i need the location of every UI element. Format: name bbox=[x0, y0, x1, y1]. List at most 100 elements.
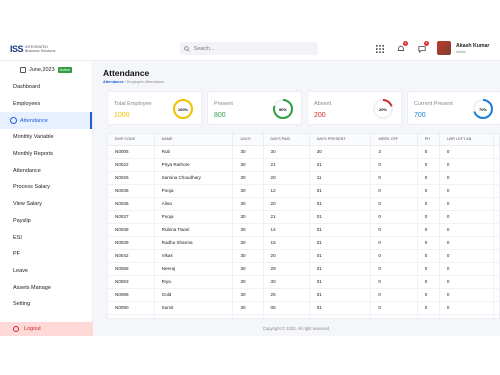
column-header[interactable]: DAYS PRESENT bbox=[309, 134, 372, 146]
table-cell: 01 bbox=[309, 314, 372, 318]
column-header[interactable]: EMP CODE bbox=[108, 134, 155, 146]
sidebar-item-monthly-variable[interactable]: Monthly Variable bbox=[0, 129, 92, 146]
user-role: Admin bbox=[456, 49, 467, 54]
sidebar-item-view-salary[interactable]: View Salary bbox=[0, 196, 92, 213]
table-cell: N0083 bbox=[108, 275, 155, 289]
stat-card-label: Absent bbox=[314, 101, 332, 107]
table-cell: 26 bbox=[263, 314, 310, 318]
table-cell: 0 bbox=[439, 171, 494, 185]
sidebar-item-label: Attendance bbox=[13, 167, 41, 174]
table-cell: 01 bbox=[309, 249, 372, 263]
sidebar-item-label: PF bbox=[13, 251, 21, 258]
table-cell: 20 bbox=[263, 249, 310, 263]
table-cell: 01 bbox=[309, 236, 372, 250]
stat-card: Total Employee 1000 100% bbox=[107, 91, 202, 125]
table-cell: 01 bbox=[309, 210, 372, 224]
sidebar-item-leave[interactable]: Leave bbox=[0, 263, 92, 280]
message-icon[interactable]: 1 bbox=[416, 41, 429, 54]
table-row[interactable]: N0058Neeraj30290100000 bbox=[108, 262, 499, 276]
stat-card: Current Present 700 70% bbox=[407, 91, 500, 125]
column-header[interactable]: DAYS bbox=[232, 134, 264, 146]
table-cell: N0058 bbox=[108, 262, 155, 276]
sidebar-item-attendance-2[interactable]: Attendance bbox=[0, 162, 92, 179]
table-cell: 0 bbox=[493, 145, 499, 159]
table-cell: 0 bbox=[493, 223, 499, 237]
stat-card: Absent 200 20% bbox=[307, 91, 402, 125]
column-header[interactable]: LWP bbox=[493, 134, 499, 146]
table-body: N0005Rub30303030000N0022Priya Rathore302… bbox=[108, 145, 499, 318]
sidebar-item-process-salary[interactable]: Process Salary bbox=[0, 179, 92, 196]
sidebar-item-label: View Salary bbox=[13, 201, 42, 208]
table-row[interactable]: N0090Sumit30050100000 bbox=[108, 301, 499, 315]
table-cell: 30 bbox=[232, 236, 264, 250]
table-cell: 20 bbox=[263, 197, 310, 211]
sidebar-item-setting[interactable]: Setting bbox=[0, 296, 92, 313]
table-cell: N0026 bbox=[108, 171, 155, 185]
table-cell: 0 bbox=[439, 197, 494, 211]
table-row[interactable]: N0083Riya30300100000 bbox=[108, 275, 499, 289]
table-row[interactable]: N0038Rubina Tiwari30140100000 bbox=[108, 223, 499, 237]
logout-button[interactable]: Logout bbox=[0, 322, 93, 336]
column-header[interactable]: LWR LEFT AB bbox=[439, 134, 494, 146]
table-cell: 21 bbox=[309, 158, 372, 172]
search-input[interactable] bbox=[194, 45, 304, 52]
table-cell: 0 bbox=[439, 145, 494, 159]
table-cell: 15 bbox=[263, 236, 310, 250]
search-bar[interactable] bbox=[180, 42, 318, 55]
table-row[interactable]: N0005Rub30303030000 bbox=[108, 145, 499, 159]
sidebar-item-pf[interactable]: PF bbox=[0, 246, 92, 263]
sidebar-item-label: ESI bbox=[13, 234, 22, 241]
sidebar-item-payslip[interactable]: Payslip bbox=[0, 213, 92, 230]
table-cell: Rubina Tiwari bbox=[154, 223, 234, 237]
sidebar-item-label: Setting bbox=[13, 301, 31, 308]
table-cell: 0 bbox=[370, 236, 418, 250]
column-header[interactable]: PH bbox=[417, 134, 440, 146]
stat-card-value: 800 bbox=[214, 112, 226, 119]
column-header[interactable]: DAYS PAID bbox=[263, 134, 310, 146]
sidebar-item-employees[interactable]: Employees bbox=[0, 96, 92, 113]
breadcrumb-item-attendance[interactable]: Attendance bbox=[103, 80, 124, 84]
table-row[interactable]: N0088Gold30250100000 bbox=[108, 288, 499, 302]
table-cell: 0 bbox=[370, 314, 418, 318]
column-header[interactable]: WEEK OFF bbox=[370, 134, 418, 146]
table-cell: 01 bbox=[309, 301, 372, 315]
table-row[interactable]: N0092Ravi Kumar30260100000 bbox=[108, 314, 499, 318]
table-cell: 0 bbox=[370, 171, 418, 185]
table-cell: 0 bbox=[370, 249, 418, 263]
column-header[interactable]: NAME bbox=[154, 134, 234, 146]
sidebar-item-monthly-reports[interactable]: Monthly Reports bbox=[0, 146, 92, 163]
brand-text: INTEGRATED Business Solutions bbox=[25, 45, 55, 53]
table-cell: N0088 bbox=[108, 288, 155, 302]
table-row[interactable]: N0037Pooja30210100000 bbox=[108, 210, 499, 224]
table-cell: 30 bbox=[232, 288, 264, 302]
apps-grid-icon[interactable] bbox=[374, 43, 385, 54]
sidebar-item-assets-manage[interactable]: Assets Manage bbox=[0, 279, 92, 296]
table-row[interactable]: N0039Radha Sharma30150100000 bbox=[108, 236, 499, 250]
sidebar-item-dashboard[interactable]: Dashboard bbox=[0, 79, 92, 96]
table-cell: 0 bbox=[417, 158, 440, 172]
sidebar-item-attendance[interactable]: Attendance bbox=[0, 112, 92, 130]
table-cell: 30 bbox=[263, 145, 310, 159]
table-cell: Radha Sharma bbox=[154, 236, 234, 250]
stat-card-percent: 70% bbox=[478, 106, 487, 112]
stat-card-value: 200 bbox=[314, 112, 326, 119]
table-row[interactable]: N0042Vikas30200100000 bbox=[108, 249, 499, 263]
table-row[interactable]: N0035Pooja30120100000 bbox=[108, 184, 499, 198]
brand-logo[interactable]: ISS INTEGRATED Business Solutions bbox=[10, 43, 55, 55]
bell-badge: 1 bbox=[403, 41, 408, 46]
table-row[interactable]: N0036Alina30200100000 bbox=[108, 197, 499, 211]
month-selector[interactable]: June,2023 Active bbox=[0, 63, 92, 77]
sidebar-item-esi[interactable]: ESI bbox=[0, 229, 92, 246]
user-menu[interactable]: Akash Kumar Admin bbox=[437, 41, 489, 55]
table-row[interactable]: N0026Samina Choudhary30201100000 bbox=[108, 171, 499, 185]
table-cell: 0 bbox=[493, 210, 499, 224]
table-cell: N0038 bbox=[108, 223, 155, 237]
calendar-icon bbox=[19, 67, 26, 73]
table-cell: Pooja bbox=[154, 210, 234, 224]
bell-icon[interactable]: 1 bbox=[395, 41, 408, 54]
table-cell: 0 bbox=[417, 288, 440, 302]
table-cell: 30 bbox=[232, 184, 264, 198]
table-cell: 0 bbox=[417, 223, 440, 237]
table-row[interactable]: N0022Priya Rathore30212100000 bbox=[108, 158, 499, 172]
month-value: June,2023 bbox=[28, 67, 55, 73]
